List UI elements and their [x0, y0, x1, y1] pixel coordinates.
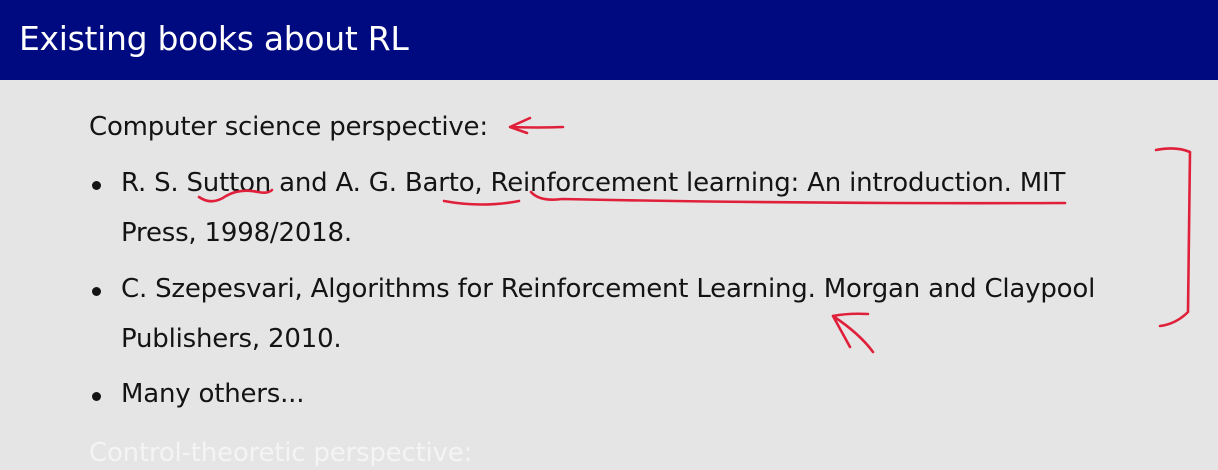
bullet-icon	[92, 392, 101, 401]
bullet-icon	[92, 181, 101, 190]
slide-title-bar: Existing books about RL	[0, 0, 1218, 80]
book-2-line-2: Publishers, 2010.	[121, 324, 342, 354]
book-1-line-1: R. S. Sutton and A. G. Barto, Reinforcem…	[121, 168, 1066, 198]
book-1-line-2: Press, 1998/2018.	[121, 218, 352, 248]
book-3-line-1: Many others...	[121, 379, 305, 409]
arrow-pointing-left-annotation	[508, 116, 565, 135]
bullet-icon	[92, 287, 101, 296]
slide-title: Existing books about RL	[19, 19, 409, 58]
bracket-annotation	[1154, 147, 1192, 328]
arrow-pointing-up-annotation	[831, 312, 875, 354]
section-heading-computer-science: Computer science perspective:	[89, 112, 488, 142]
book-2-line-1: C. Szepesvari, Algorithms for Reinforcem…	[121, 274, 1096, 304]
underline-barto-annotation	[442, 199, 521, 206]
